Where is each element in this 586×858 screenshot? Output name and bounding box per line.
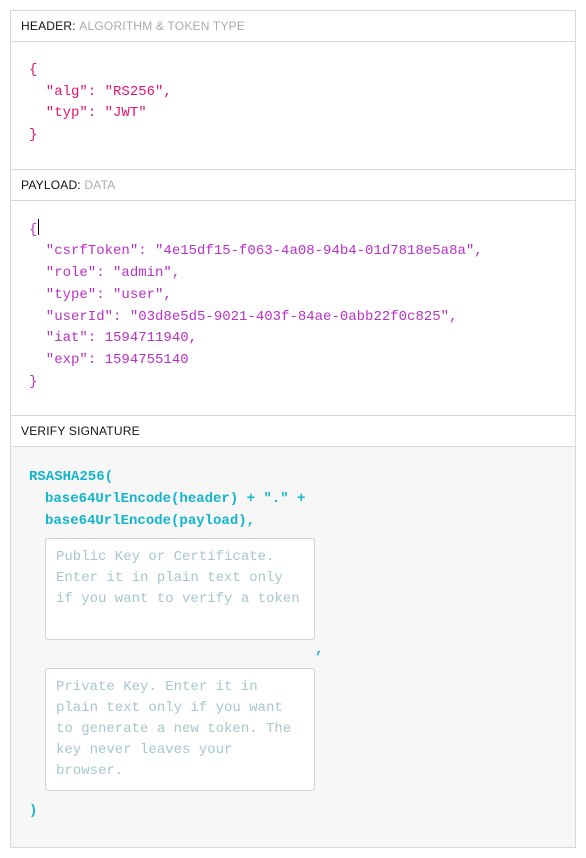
code-line: } bbox=[29, 127, 37, 143]
code-line: "type": "user", bbox=[29, 287, 172, 303]
payload-sublabel: DATA bbox=[84, 178, 115, 192]
signature-fn-open: RSASHA256( bbox=[29, 467, 557, 489]
signature-panel-title: VERIFY SIGNATURE bbox=[11, 416, 575, 447]
code-line: } bbox=[29, 374, 37, 390]
header-label: HEADER: bbox=[21, 19, 76, 33]
code-line: { bbox=[29, 62, 37, 78]
signature-panel: VERIFY SIGNATURE RSASHA256( base64UrlEnc… bbox=[10, 416, 576, 847]
text-cursor-icon bbox=[38, 219, 39, 235]
code-line: "iat": 1594711940, bbox=[29, 330, 197, 346]
code-line: "exp": 1594755140 bbox=[29, 352, 189, 368]
private-key-input[interactable] bbox=[45, 668, 315, 791]
code-line: { bbox=[29, 222, 37, 238]
code-line: "csrfToken": "4e15df15-f063-4a08-94b4-01… bbox=[29, 243, 483, 259]
signature-arg1: base64UrlEncode(header) + "." + bbox=[45, 489, 557, 511]
payload-label: PAYLOAD: bbox=[21, 178, 81, 192]
code-line: "userId": "03d8e5d5-9021-403f-84ae-0abb2… bbox=[29, 309, 457, 325]
header-sublabel: ALGORITHM & TOKEN TYPE bbox=[79, 19, 245, 33]
signature-comma: , bbox=[315, 640, 323, 662]
signature-fn-close: ) bbox=[29, 801, 557, 823]
public-key-input[interactable] bbox=[45, 538, 315, 640]
payload-panel-title: PAYLOAD: DATA bbox=[11, 170, 575, 201]
signature-arg2: base64UrlEncode(payload), bbox=[45, 511, 557, 533]
code-line: "role": "admin", bbox=[29, 265, 180, 281]
payload-json-editor[interactable]: { "csrfToken": "4e15df15-f063-4a08-94b4-… bbox=[11, 201, 575, 416]
signature-label: VERIFY SIGNATURE bbox=[21, 424, 140, 438]
header-panel: HEADER: ALGORITHM & TOKEN TYPE { "alg": … bbox=[10, 10, 576, 170]
header-panel-title: HEADER: ALGORITHM & TOKEN TYPE bbox=[11, 11, 575, 42]
code-line: "alg": "RS256", bbox=[29, 84, 172, 100]
signature-editor: RSASHA256( base64UrlEncode(header) + "."… bbox=[11, 447, 575, 846]
payload-panel: PAYLOAD: DATA { "csrfToken": "4e15df15-f… bbox=[10, 170, 576, 417]
code-line: "typ": "JWT" bbox=[29, 105, 147, 121]
header-json-editor[interactable]: { "alg": "RS256", "typ": "JWT" } bbox=[11, 42, 575, 169]
